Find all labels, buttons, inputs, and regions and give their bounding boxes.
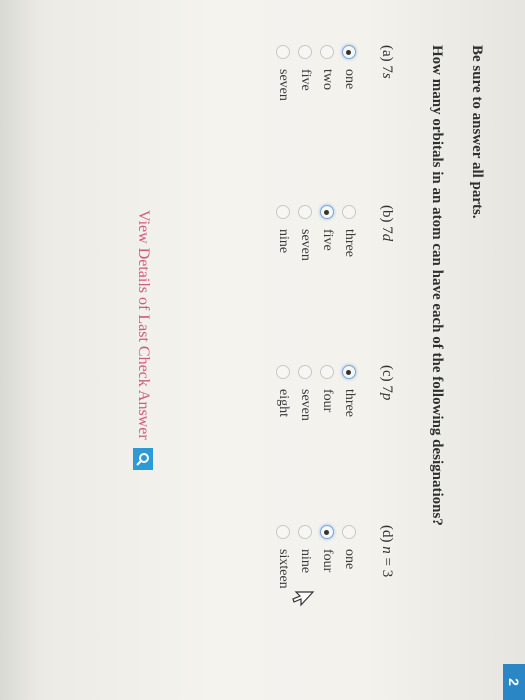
- radio-button[interactable]: [298, 525, 312, 539]
- radio-button[interactable]: [342, 45, 356, 59]
- option-b-1[interactable]: three: [338, 205, 360, 261]
- radio-button[interactable]: [276, 525, 290, 539]
- option-a-4[interactable]: seven: [272, 45, 294, 101]
- radio-button[interactable]: [320, 205, 334, 219]
- cursor-icon: [292, 591, 315, 607]
- radio-button[interactable]: [320, 45, 334, 59]
- radio-button[interactable]: [342, 365, 356, 379]
- radio-button[interactable]: [320, 525, 334, 539]
- part-a-label: (a) 7s: [379, 45, 395, 79]
- part-b-label: (b) 7d: [379, 205, 395, 242]
- option-c-2[interactable]: four: [316, 365, 338, 421]
- option-d-1[interactable]: one: [338, 525, 360, 589]
- radio-button[interactable]: [276, 365, 290, 379]
- radio-button[interactable]: [298, 45, 312, 59]
- radio-button[interactable]: [320, 365, 334, 379]
- part-b: (b) 7d three five seven nine: [272, 205, 395, 261]
- option-b-4[interactable]: nine: [272, 205, 294, 261]
- radio-button[interactable]: [276, 45, 290, 59]
- option-a-2[interactable]: two: [316, 45, 338, 101]
- option-b-2[interactable]: five: [316, 205, 338, 261]
- option-c-3[interactable]: seven: [294, 365, 316, 421]
- radio-button[interactable]: [298, 205, 312, 219]
- radio-button[interactable]: [342, 205, 356, 219]
- question-text: How many orbitals in an atom can have ea…: [429, 45, 445, 526]
- option-d-2[interactable]: four: [316, 525, 338, 589]
- part-c-label: (c) 7p: [379, 365, 395, 401]
- radio-button[interactable]: [276, 205, 290, 219]
- part-d-label: (d) n = 3: [379, 525, 395, 578]
- radio-button[interactable]: [298, 365, 312, 379]
- view-details-link[interactable]: View Details of Last Check Answer: [133, 210, 153, 470]
- option-a-3[interactable]: five: [294, 45, 316, 101]
- part-d: (d) n = 3 one four nine sixteen: [272, 525, 395, 589]
- option-a-1[interactable]: one: [338, 45, 360, 101]
- option-d-3[interactable]: nine: [294, 525, 316, 589]
- part-c: (c) 7p three four seven eight: [272, 365, 395, 421]
- part-a: (a) 7s one two five seven: [272, 45, 395, 101]
- instruction-text: Be sure to answer all parts.: [469, 45, 485, 219]
- question-page: 2 Be sure to answer all parts. How many …: [0, 0, 525, 700]
- search-icon[interactable]: [133, 447, 153, 470]
- option-b-3[interactable]: seven: [294, 205, 316, 261]
- option-d-4[interactable]: sixteen: [272, 525, 294, 589]
- question-number-badge: 2: [503, 664, 525, 700]
- option-c-1[interactable]: three: [338, 365, 360, 421]
- option-c-4[interactable]: eight: [272, 365, 294, 421]
- radio-button[interactable]: [342, 525, 356, 539]
